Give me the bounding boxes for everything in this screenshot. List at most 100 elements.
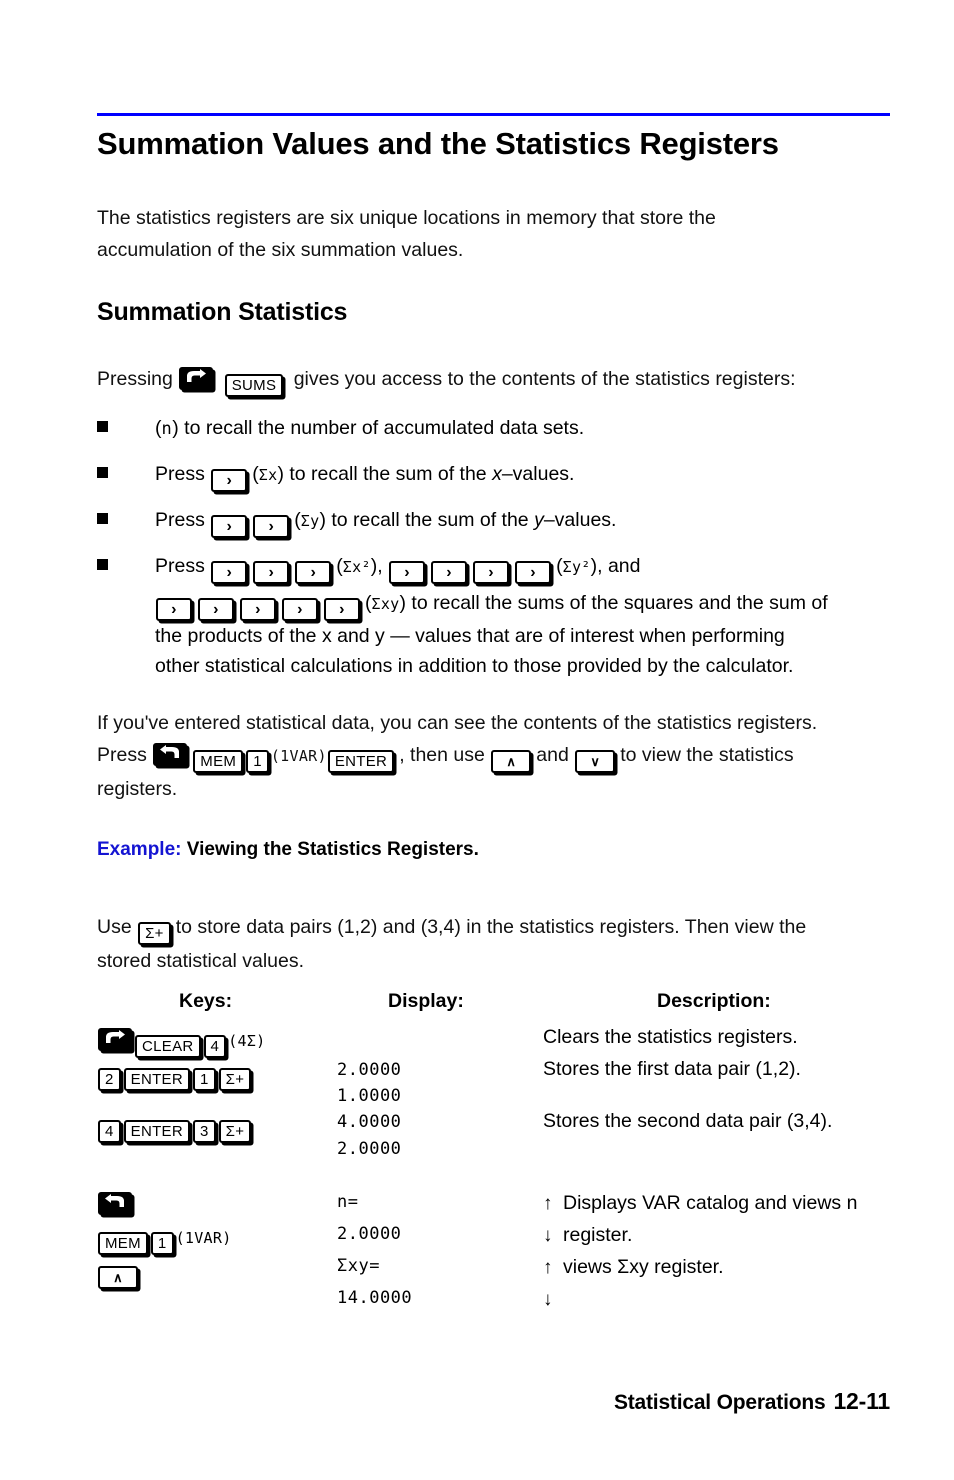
right-arrow-key[interactable]: ›	[473, 561, 510, 584]
bullet-text: Press › › (Σy) to recall the sum of the y–…	[155, 505, 897, 538]
sigma-plus-key[interactable]: Σ+	[138, 922, 171, 945]
para-mid-2: to view the statistics	[620, 744, 794, 766]
register-n: n	[161, 419, 173, 439]
table-row: MEM 1 (1VAR)	[97, 1226, 232, 1255]
description-text: Stores the first data pair (1,2).	[543, 1058, 801, 1080]
column-header-keys: Keys:	[179, 990, 233, 1012]
and-word: and	[536, 744, 569, 766]
bullet-4-line-2: › › › › › (Σxy) to recall the sums of the squ…	[155, 588, 897, 621]
para-line-2: Press MEM 1 (1VAR) ENTER, then use ∧ and ∨ to…	[97, 739, 897, 773]
description-text: register.	[563, 1224, 633, 1246]
manual-page: Summation Values and the Statistics Regi…	[0, 0, 954, 1480]
sigma-plus-key[interactable]: Σ+	[218, 1068, 252, 1091]
left-shift-key[interactable]	[98, 1192, 132, 1215]
bullet-text: Press › › › (Σx²), › › › › (Σy²), and › › › › › (Σxy…	[155, 551, 897, 681]
digit-1-key[interactable]: 1	[150, 1232, 174, 1255]
press-suffix: gives you access to the contents of the …	[293, 368, 796, 390]
display-value: 1.0000	[337, 1086, 402, 1106]
up-arrow-icon: ↑	[543, 1193, 553, 1214]
para-mid-1: , then use	[399, 744, 485, 766]
press-sums-line: Pressing SUMS gives you access to the co…	[97, 363, 897, 397]
bullet-3-tail: –values.	[543, 509, 617, 531]
right-arrow-key[interactable]: ›	[198, 598, 234, 621]
header-rule	[97, 113, 890, 116]
press-word: Press	[155, 463, 205, 485]
bullet-4-line-1: Press › › › (Σx²), › › › › (Σy²), and	[155, 551, 897, 584]
right-arrow-key[interactable]: ›	[324, 598, 360, 621]
right-arrow-key[interactable]: ›	[389, 561, 426, 584]
bullet-marker	[97, 421, 108, 432]
digit-1-key[interactable]: 1	[246, 750, 269, 773]
left-shift-key[interactable]	[153, 743, 188, 766]
digit-3-key[interactable]: 3	[193, 1120, 216, 1143]
right-arrow-key[interactable]: ›	[253, 515, 290, 538]
right-shift-key[interactable]	[179, 367, 214, 390]
display-value: Σxy=	[337, 1256, 380, 1276]
bullet-1-text: to recall the number of accumulated data…	[184, 417, 585, 439]
right-arrow-key[interactable]: ›	[431, 561, 468, 584]
clear-key[interactable]: CLEAR	[135, 1035, 201, 1058]
up-arrow-icon: ↑	[543, 1257, 553, 1278]
bullet-marker	[97, 467, 108, 478]
display-value: 2.0000	[337, 1060, 402, 1080]
use-line-1: Use Σ+ to store data pairs (1,2) and (3,4…	[97, 911, 897, 945]
right-arrow-key[interactable]: ›	[211, 515, 248, 538]
enter-key[interactable]: ENTER	[327, 750, 395, 773]
down-arrow-icon: ↓	[543, 1225, 553, 1246]
and-word: , and	[597, 555, 641, 577]
bullet-4-line-3: the products of the x and y — values tha…	[155, 625, 785, 647]
right-arrow-key[interactable]: ›	[282, 598, 318, 621]
bullet-item-squares: Press › › › (Σx²), › › › › (Σy²), and › › › › › (Σxy…	[97, 551, 897, 681]
up-arrow-key[interactable]: ∧	[491, 750, 532, 773]
enter-key[interactable]: ENTER	[123, 1068, 190, 1091]
example-heading: Example: Viewing the Statistics Register…	[97, 839, 479, 861]
table-row: ∧	[97, 1260, 140, 1289]
down-arrow-key[interactable]: ∨	[575, 750, 616, 773]
annotation-1var: (1VAR)	[270, 747, 327, 765]
right-arrow-key[interactable]: ›	[253, 561, 290, 584]
digit-1-key[interactable]: 1	[193, 1068, 216, 1091]
sums-key[interactable]: SUMS	[224, 374, 284, 397]
use-word: Use	[97, 916, 132, 938]
down-arrow-icon: ↓	[543, 1289, 553, 1310]
right-shift-key[interactable]	[98, 1028, 132, 1051]
register-sigma-x2: Σx²	[342, 558, 371, 576]
right-arrow-key[interactable]: ›	[515, 561, 552, 584]
display-value: 2.0000	[337, 1224, 402, 1244]
up-arrow-key[interactable]: ∧	[98, 1266, 138, 1289]
digit-4-key[interactable]: 4	[98, 1120, 121, 1143]
page-title: Summation Values and the Statistics Regi…	[97, 126, 779, 161]
bullet-4-tail: to recall the sums of the squares and th…	[411, 592, 828, 614]
page-footer: Statistical Operations 12-11	[0, 1388, 890, 1415]
description-text: Clears the statistics registers.	[543, 1026, 798, 1048]
digit-4-key[interactable]: 4	[203, 1035, 227, 1058]
bullet-2-text: to recall the sum of the	[289, 463, 487, 485]
annotation-4sigma: (4Σ)	[228, 1032, 266, 1050]
display-value: 14.0000	[337, 1288, 413, 1308]
example-instructions: Use Σ+ to store data pairs (1,2) and (3,4…	[97, 911, 897, 977]
right-arrow-key[interactable]: ›	[240, 598, 276, 621]
display-value: n=	[337, 1192, 359, 1212]
mem-key[interactable]: MEM	[193, 750, 244, 773]
bullet-3-text: to recall the sum of the	[331, 509, 529, 531]
bullet-item-n: (n) to recall the number of accumulated …	[97, 413, 897, 444]
table-row: CLEAR 4 (4Σ)	[97, 1028, 266, 1058]
right-arrow-key[interactable]: ›	[295, 561, 332, 584]
bullet-text: (n) to recall the number of accumulated …	[155, 417, 585, 439]
footer-chapter: Statistical Operations	[613, 1391, 826, 1414]
right-arrow-key[interactable]: ›	[211, 561, 248, 584]
press-word: Press	[155, 509, 205, 531]
mem-key[interactable]: MEM	[98, 1232, 148, 1255]
press-word: Press	[155, 555, 205, 577]
bullet-marker	[97, 559, 108, 570]
bullet-item-sigma-y: Press › › (Σy) to recall the sum of the y–…	[97, 505, 897, 538]
digit-2-key[interactable]: 2	[98, 1068, 121, 1091]
sigma-plus-key[interactable]: Σ+	[218, 1120, 252, 1143]
right-arrow-key[interactable]: ›	[156, 598, 192, 621]
enter-key[interactable]: ENTER	[123, 1120, 190, 1143]
example-label: Example:	[97, 839, 182, 860]
description-text: Stores the second data pair (3,4).	[543, 1110, 833, 1132]
description-row: ↑ views Σxy register.	[543, 1256, 724, 1279]
right-arrow-key[interactable]: ›	[211, 469, 248, 492]
table-row: 4 ENTER 3 Σ+	[97, 1114, 253, 1143]
